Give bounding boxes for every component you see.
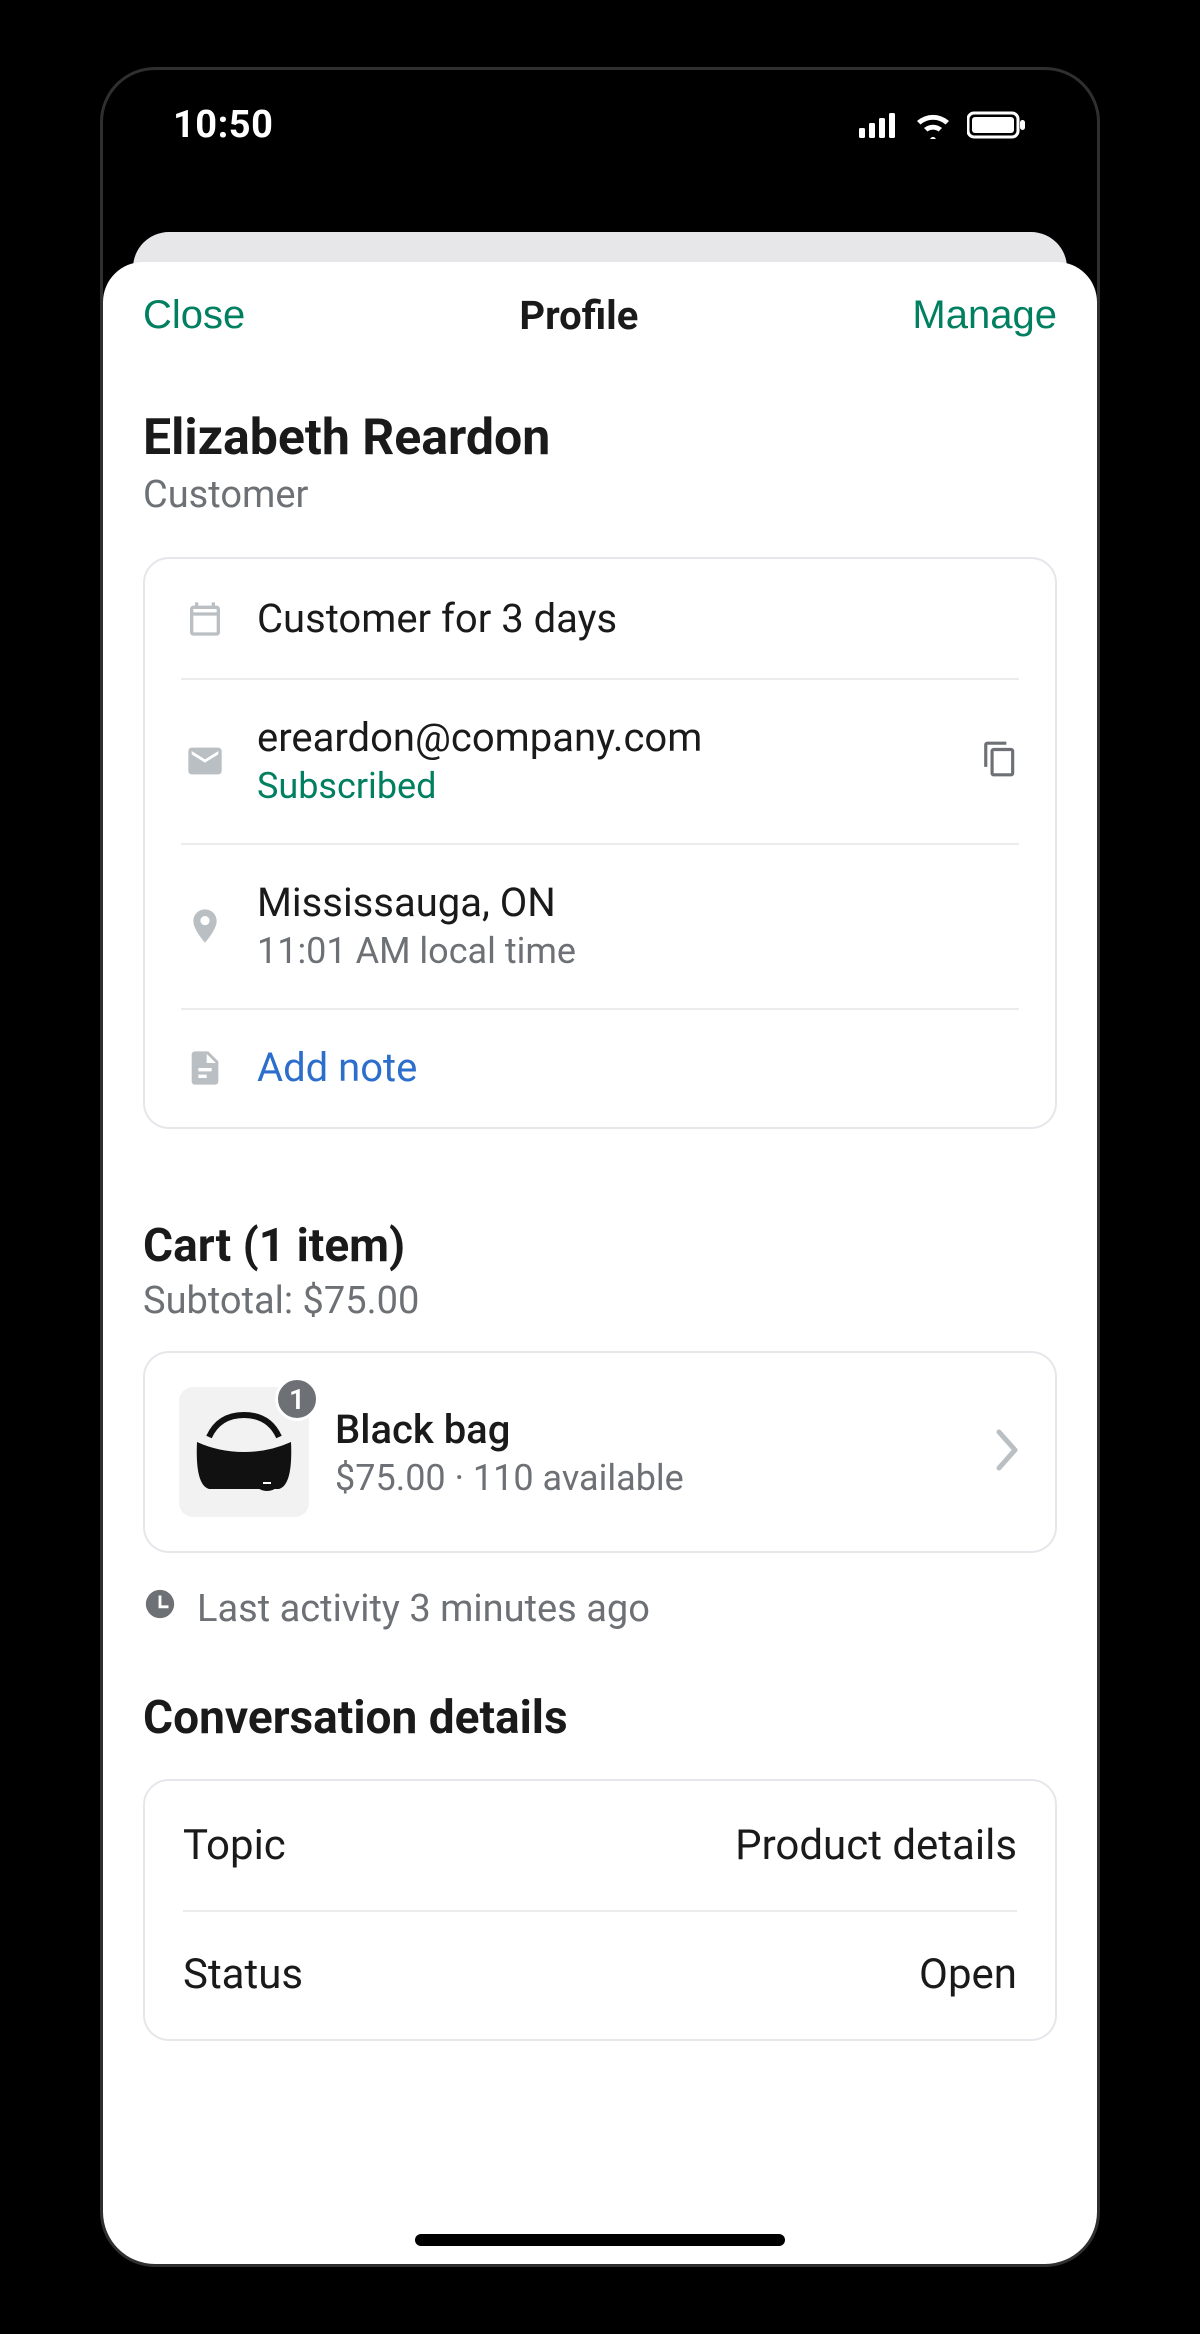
add-note-link[interactable]: Add note xyxy=(257,1044,1019,1091)
conv-value: Open xyxy=(919,1950,1017,1999)
conv-value: Product details xyxy=(735,1821,1017,1870)
calendar-icon xyxy=(181,599,229,639)
manage-button[interactable]: Manage xyxy=(912,293,1057,338)
subscribed-badge: Subscribed xyxy=(257,765,953,807)
chevron-right-icon xyxy=(993,1428,1021,1476)
conversation-row-topic[interactable]: Topic Product details xyxy=(145,1781,1055,1910)
cart-heading: Cart (1 item) xyxy=(143,1219,1057,1273)
cart-subtotal: Subtotal: $75.00 xyxy=(143,1279,1057,1323)
location-text: Mississauga, ON xyxy=(257,879,1019,926)
profile-sheet: Close Profile Manage Elizabeth Reardon C… xyxy=(103,262,1097,2264)
wifi-icon xyxy=(913,111,953,139)
cellular-icon xyxy=(859,112,899,138)
cart-item[interactable]: 1 Black bag $75.00 · 110 available xyxy=(145,1353,1055,1551)
conversation-heading: Conversation details xyxy=(143,1691,1057,1745)
local-time-text: 11:01 AM local time xyxy=(257,930,1019,972)
cart-item-meta: $75.00 · 110 available xyxy=(335,1457,967,1499)
note-icon xyxy=(181,1048,229,1088)
email-text: ereardon@company.com xyxy=(257,714,953,761)
quantity-badge: 1 xyxy=(275,1377,319,1421)
status-icons xyxy=(859,111,1027,139)
conversation-card: Topic Product details Status Open xyxy=(143,1779,1057,2041)
location-icon xyxy=(181,906,229,946)
mail-icon xyxy=(181,741,229,781)
clock-icon xyxy=(143,1587,177,1631)
copy-icon[interactable] xyxy=(981,740,1019,782)
tenure-text: Customer for 3 days xyxy=(257,595,1019,642)
close-button[interactable]: Close xyxy=(143,293,245,338)
conv-label: Topic xyxy=(183,1821,286,1870)
add-note-row[interactable]: Add note xyxy=(145,1008,1055,1127)
conversation-row-status[interactable]: Status Open xyxy=(145,1910,1055,2039)
customer-name: Elizabeth Reardon xyxy=(143,409,1057,467)
phone-frame: 10:50 Close Profile Manage Elizabeth Rea… xyxy=(100,67,1100,2267)
home-indicator[interactable] xyxy=(415,2234,785,2246)
conv-label: Status xyxy=(183,1950,303,1999)
status-bar: 10:50 xyxy=(103,70,1097,180)
product-thumbnail: 1 xyxy=(179,1387,309,1517)
sheet-content: Elizabeth Reardon Customer Customer for … xyxy=(103,409,1097,2041)
customer-info-card: Customer for 3 days ereardon@company.com… xyxy=(143,557,1057,1129)
sheet-header: Close Profile Manage xyxy=(103,262,1097,379)
cart-card: 1 Black bag $75.00 · 110 available xyxy=(143,1351,1057,1553)
status-time: 10:50 xyxy=(173,103,273,147)
last-activity-text: Last activity 3 minutes ago xyxy=(197,1587,650,1631)
email-row[interactable]: ereardon@company.com Subscribed xyxy=(145,678,1055,843)
last-activity: Last activity 3 minutes ago xyxy=(143,1587,1057,1631)
sheet-title: Profile xyxy=(519,292,638,339)
cart-item-name: Black bag xyxy=(335,1406,967,1453)
customer-role: Customer xyxy=(143,473,1057,517)
battery-icon xyxy=(967,111,1027,139)
tenure-row: Customer for 3 days xyxy=(145,559,1055,678)
location-row: Mississauga, ON 11:01 AM local time xyxy=(145,843,1055,1008)
